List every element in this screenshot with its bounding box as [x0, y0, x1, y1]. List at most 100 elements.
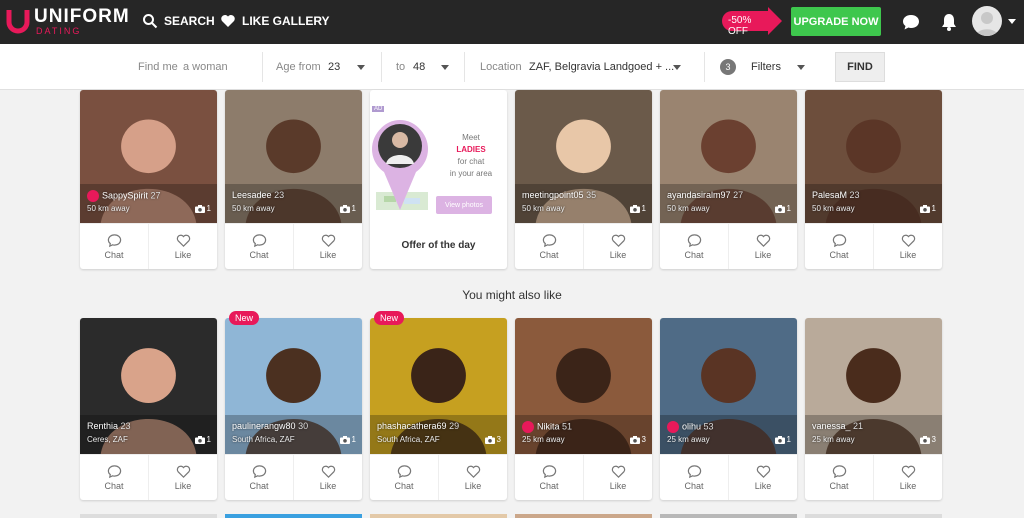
- chevron-down-icon[interactable]: [673, 65, 681, 70]
- profile-photo-wrapper[interactable]: PalesaM 23 50 km away 1: [805, 90, 942, 224]
- logo-icon[interactable]: [6, 6, 30, 34]
- profile-name-line: ayandasiralm97 27: [667, 190, 743, 200]
- chat-button[interactable]: Chat: [805, 455, 873, 500]
- like-button[interactable]: Like: [728, 224, 797, 269]
- profile-card[interactable]: SappySpirit 27 50 km away 1 Chat Like: [80, 90, 217, 269]
- chat-button[interactable]: Chat: [225, 224, 293, 269]
- profile-name[interactable]: paulinerangw80: [232, 421, 296, 431]
- chat-button[interactable]: Chat: [80, 224, 148, 269]
- profile-age: 23: [120, 421, 131, 431]
- chat-button[interactable]: Chat: [660, 224, 728, 269]
- photo-count-value: 1: [786, 204, 791, 213]
- upgrade-button[interactable]: UPGRADE NOW: [791, 7, 881, 36]
- nav-like-gallery[interactable]: LIKE GALLERY: [220, 13, 330, 29]
- camera-icon: [774, 435, 785, 444]
- card-partial: [515, 514, 652, 518]
- chat-label: Chat: [829, 481, 849, 491]
- card-actions: Chat Like: [805, 223, 942, 269]
- brand-name[interactable]: UNIFORM: [34, 6, 130, 28]
- profile-card[interactable]: Nikita 51 25 km away 3 Chat Like: [515, 318, 652, 500]
- like-button[interactable]: Like: [873, 455, 942, 500]
- chat-button[interactable]: Chat: [515, 455, 583, 500]
- age-from-select[interactable]: 23: [328, 61, 340, 73]
- profile-name[interactable]: SappySpirit: [102, 190, 148, 200]
- chat-button[interactable]: Chat: [225, 455, 293, 500]
- profile-photo-wrapper[interactable]: vanessa_ 21 25 km away 3: [805, 318, 942, 455]
- divider: [381, 52, 382, 82]
- like-button[interactable]: Like: [728, 455, 797, 500]
- like-button[interactable]: Like: [148, 224, 217, 269]
- profile-name[interactable]: PalesaM: [812, 190, 847, 200]
- profile-name[interactable]: ayandasiralm97: [667, 190, 731, 200]
- view-photos-button[interactable]: View photos: [436, 196, 492, 214]
- profile-name[interactable]: Renthia: [87, 421, 118, 431]
- chevron-down-icon[interactable]: [357, 65, 365, 70]
- notifications-icon[interactable]: [939, 12, 959, 32]
- photo-count-value: 1: [351, 435, 356, 444]
- profile-card[interactable]: Leesadee 23 50 km away 1 Chat Like: [225, 90, 362, 269]
- like-button[interactable]: Like: [148, 455, 217, 500]
- profile-photo-wrapper[interactable]: Renthia 23 Ceres, ZAF 1: [80, 318, 217, 455]
- profile-card[interactable]: paulinerangw80 30 South Africa, ZAF 1 New Ch…: [225, 311, 362, 500]
- chat-button[interactable]: Chat: [660, 455, 728, 500]
- photo-count-value: 1: [351, 204, 356, 213]
- profile-card[interactable]: vanessa_ 21 25 km away 3 Chat Like: [805, 318, 942, 500]
- profile-card[interactable]: meetingpoint05 35 50 km away 1 Chat Like: [515, 90, 652, 269]
- location-select[interactable]: ZAF, Belgravia Landgoed + ...: [529, 61, 674, 73]
- nav-search[interactable]: SEARCH: [142, 13, 215, 29]
- camera-icon: [919, 204, 930, 213]
- age-from-label: Age from: [276, 61, 321, 73]
- profile-photo-wrapper[interactable]: olihu 53 25 km away 1: [660, 318, 797, 455]
- profile-name[interactable]: vanessa_: [812, 421, 851, 431]
- profile-photo-wrapper[interactable]: SappySpirit 27 50 km away 1: [80, 90, 217, 224]
- profile-photo-wrapper[interactable]: meetingpoint05 35 50 km away 1: [515, 90, 652, 224]
- profile-photo-wrapper[interactable]: Leesadee 23 50 km away 1: [225, 90, 362, 224]
- like-button[interactable]: Like: [583, 224, 652, 269]
- find-button[interactable]: FIND: [835, 52, 885, 82]
- profile-photo-wrapper[interactable]: phashacathera69 29 South Africa, ZAF 3: [370, 318, 507, 455]
- profile-card[interactable]: ayandasiralm97 27 50 km away 1 Chat Like: [660, 90, 797, 269]
- photo-count: 1: [194, 435, 211, 444]
- like-label: Like: [609, 481, 627, 491]
- location-label: Location: [480, 61, 522, 73]
- profile-name[interactable]: meetingpoint05: [522, 190, 584, 200]
- chat-button[interactable]: Chat: [515, 224, 583, 269]
- like-button[interactable]: Like: [293, 224, 362, 269]
- profile-photo-wrapper[interactable]: ayandasiralm97 27 50 km away 1: [660, 90, 797, 224]
- profile-photo-wrapper[interactable]: Nikita 51 25 km away 3: [515, 318, 652, 455]
- messages-icon[interactable]: [901, 12, 921, 32]
- like-button[interactable]: Like: [438, 455, 507, 500]
- like-button[interactable]: Like: [873, 224, 942, 269]
- profile-card[interactable]: Renthia 23 Ceres, ZAF 1 Chat Like: [80, 318, 217, 500]
- chevron-down-icon[interactable]: [441, 65, 449, 70]
- find-me-select[interactable]: a woman: [183, 61, 228, 73]
- profile-name-line: Renthia 23: [87, 421, 131, 431]
- profile-card[interactable]: phashacathera69 29 South Africa, ZAF 3 New C…: [370, 311, 507, 500]
- photo-count: 1: [774, 204, 791, 213]
- heart-outline-icon: [176, 234, 190, 247]
- chat-button[interactable]: Chat: [805, 224, 873, 269]
- chevron-down-icon[interactable]: [1008, 19, 1016, 24]
- chevron-down-icon[interactable]: [797, 65, 805, 70]
- filters-dropdown[interactable]: Filters: [751, 61, 781, 73]
- heart-outline-icon: [901, 465, 915, 478]
- chat-button[interactable]: Chat: [370, 455, 438, 500]
- like-button[interactable]: Like: [583, 455, 652, 500]
- profile-name-line: meetingpoint05 35: [522, 190, 596, 200]
- age-to-select[interactable]: 48: [413, 61, 425, 73]
- profile-name[interactable]: Leesadee: [232, 190, 272, 200]
- profile-photo-wrapper[interactable]: paulinerangw80 30 South Africa, ZAF 1: [225, 318, 362, 455]
- profile-card[interactable]: olihu 53 25 km away 1 Chat Like: [660, 318, 797, 500]
- offer-of-the-day-card[interactable]: AD Meet LADIES for chat in your area Vie…: [370, 90, 507, 269]
- chat-label: Chat: [104, 250, 124, 260]
- profile-name[interactable]: olihu: [682, 421, 701, 431]
- user-avatar[interactable]: [972, 6, 1002, 36]
- discount-badge[interactable]: -50% OFF: [722, 11, 770, 37]
- like-button[interactable]: Like: [293, 455, 362, 500]
- profile-name[interactable]: Nikita: [537, 421, 560, 431]
- chat-label: Chat: [104, 481, 124, 491]
- profile-name[interactable]: phashacathera69: [377, 421, 447, 431]
- chat-button[interactable]: Chat: [80, 455, 148, 500]
- profile-card[interactable]: PalesaM 23 50 km away 1 Chat Like: [805, 90, 942, 269]
- search-icon: [143, 14, 158, 29]
